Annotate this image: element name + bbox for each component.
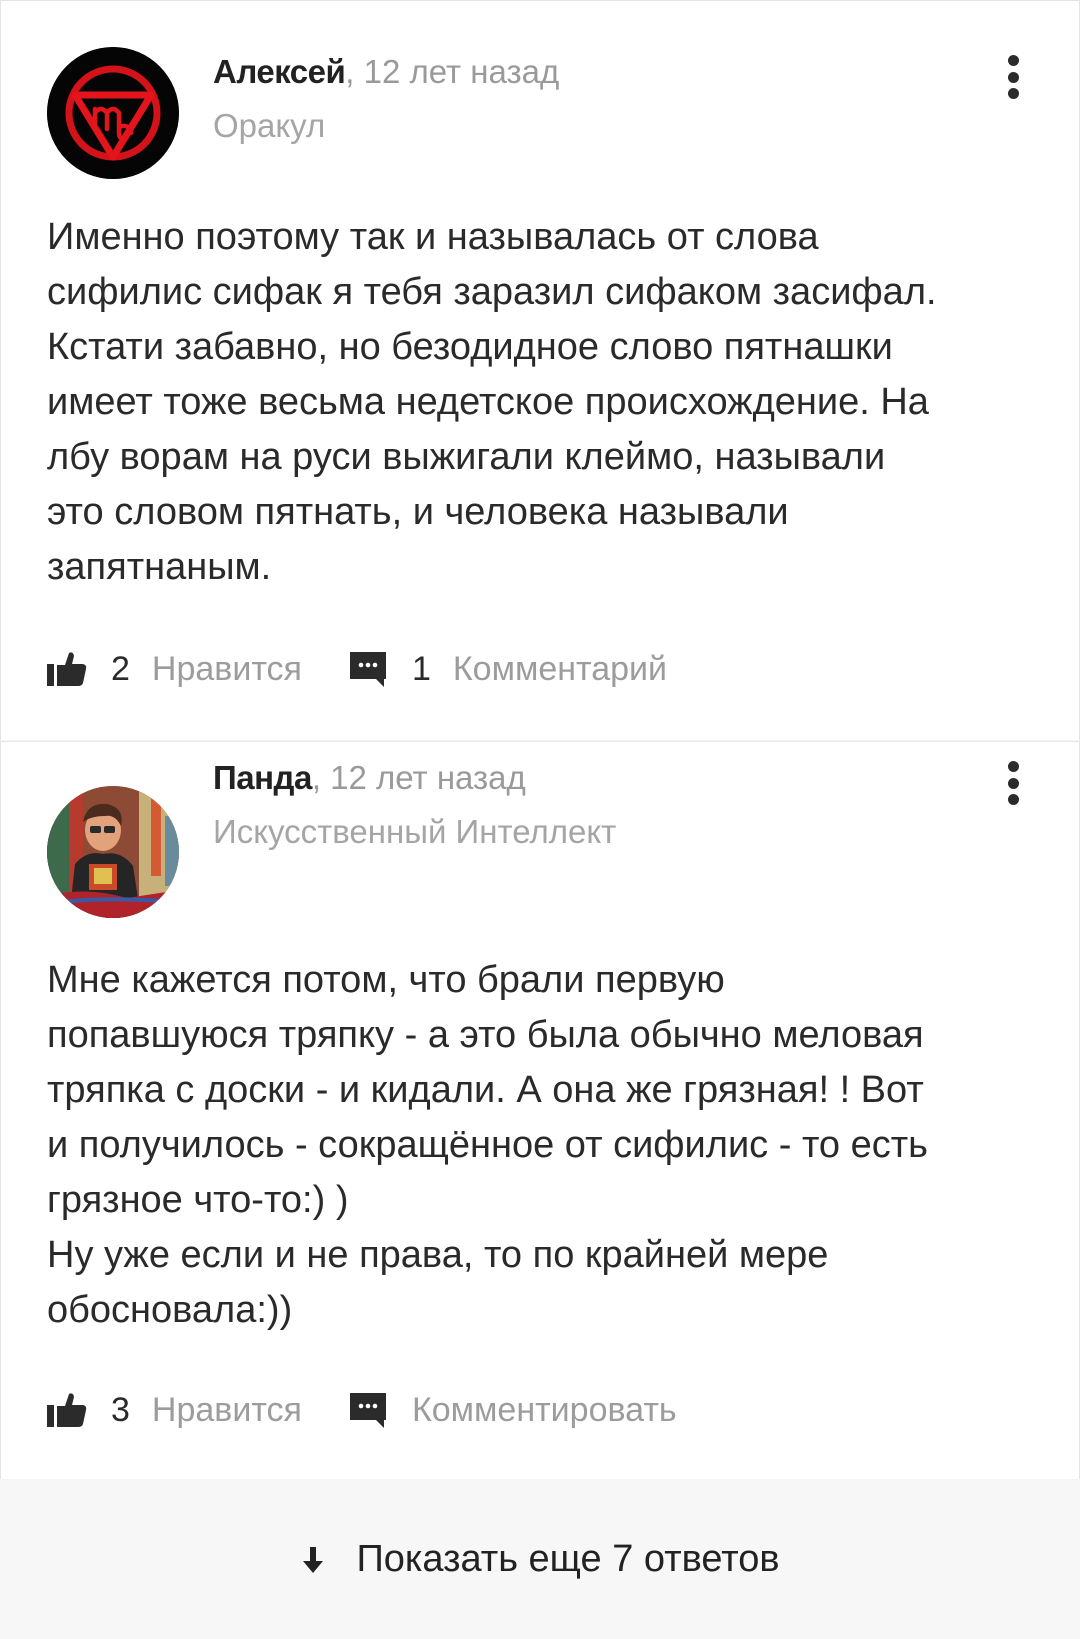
avatar[interactable] (47, 47, 179, 179)
comments-label: Комментарий (452, 649, 668, 688)
show-more-replies-button[interactable]: Показать еще 7 ответов (0, 1480, 1080, 1639)
author-rank: Оракул (213, 107, 326, 144)
comment-actions: 2 Нравится 1 Комментарий (47, 644, 667, 694)
vertical-dots-icon[interactable] (1003, 761, 1023, 805)
arrow-down-icon (303, 1546, 324, 1573)
user-photo-avatar (47, 786, 179, 918)
comments-button[interactable]: 1 Комментарий (348, 649, 667, 689)
comment-text: Именно поэтому так и называлась от слова… (47, 216, 937, 588)
write-comment-label: Комментировать (411, 1390, 677, 1429)
comment-text: Мне кажется потом, что брали первую попа… (47, 959, 928, 1331)
virgo-zodiac-icon (47, 47, 179, 179)
avatar[interactable] (47, 786, 179, 918)
speech-bubble-icon (349, 1393, 386, 1428)
comment-time: , 12 лет назад (345, 53, 560, 90)
author-name[interactable]: Панда (213, 759, 312, 796)
thumbs-up-icon (47, 1393, 87, 1427)
comment-time: , 12 лет назад (311, 759, 526, 796)
comment-actions: 3 Нравится Комментировать (47, 1385, 677, 1435)
author-name[interactable]: Алексей (213, 53, 346, 90)
write-comment-button[interactable]: Комментировать (348, 1390, 677, 1430)
vertical-dots-icon[interactable] (1003, 55, 1023, 99)
like-label: Нравится (151, 649, 302, 688)
like-button[interactable]: 3 Нравится (47, 1390, 302, 1430)
show-more-label: Показать еще 7 ответов (356, 1538, 780, 1580)
author-rank: Искусственный Интеллект (213, 813, 617, 850)
thumbs-up-icon (47, 652, 87, 686)
comments-count: 1 (411, 649, 431, 688)
like-count: 3 (111, 1390, 130, 1429)
author-line: Панда, 12 лет назад (213, 759, 526, 797)
like-count: 2 (111, 649, 130, 688)
like-button[interactable]: 2 Нравится (47, 649, 302, 689)
like-label: Нравится (151, 1390, 302, 1429)
comment-card: Алексей, 12 лет назад Оракул Именно поэт… (0, 0, 1080, 740)
comment-card: Панда, 12 лет назад Искусственный Интелл… (0, 741, 1080, 1479)
speech-bubble-icon (349, 652, 386, 687)
comments-page: Алексей, 12 лет назад Оракул Именно поэт… (0, 0, 1080, 1639)
author-line: Алексей, 12 лет назад (213, 53, 559, 91)
